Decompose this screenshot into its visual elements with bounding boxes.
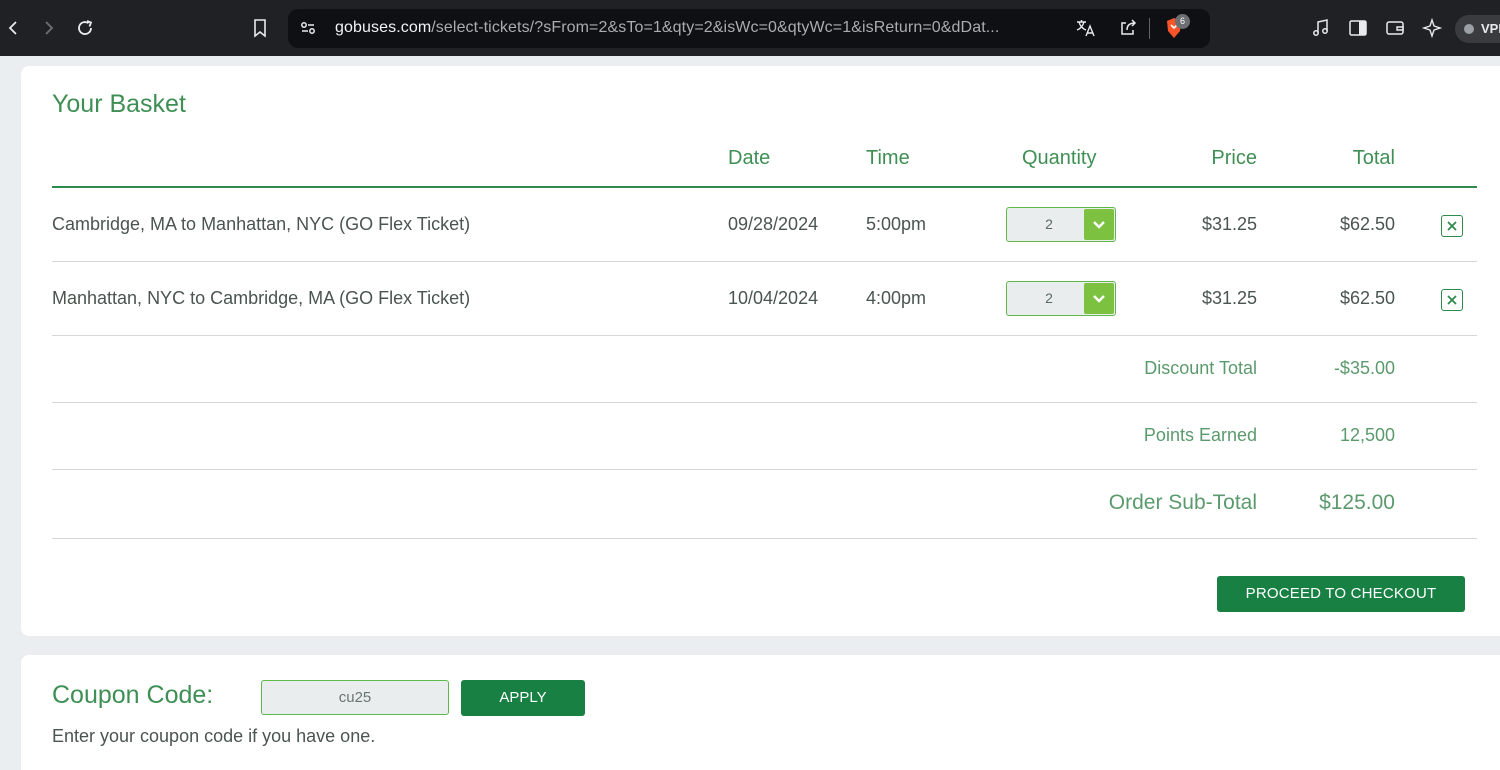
ticket-description: Manhattan, NYC to Cambridge, MA (GO Flex… bbox=[52, 288, 471, 308]
ticket-price: $31.25 bbox=[1201, 214, 1257, 234]
column-header-date: Date bbox=[728, 147, 771, 169]
row-divider bbox=[52, 335, 1477, 336]
share-icon[interactable] bbox=[1114, 14, 1142, 42]
ticket-total: $62.50 bbox=[1339, 214, 1395, 234]
quantity-select[interactable]: 2 bbox=[1006, 207, 1116, 242]
order-subtotal-value: $125.00 bbox=[1319, 491, 1395, 514]
ticket-date: 09/28/2024 bbox=[728, 214, 819, 234]
reload-icon[interactable] bbox=[71, 14, 99, 42]
remove-icon[interactable] bbox=[1441, 215, 1463, 237]
column-header-total: Total bbox=[1352, 147, 1395, 169]
ticket-date: 10/04/2024 bbox=[728, 288, 819, 308]
sidebar-icon[interactable] bbox=[1344, 14, 1372, 42]
column-header-time: Time bbox=[866, 147, 910, 169]
url-host: gobuses.com bbox=[335, 19, 432, 36]
basket-title: Your Basket bbox=[52, 90, 186, 118]
vpn-status-dot bbox=[1464, 24, 1474, 34]
header-divider bbox=[52, 186, 1477, 188]
apply-coupon-button[interactable]: APPLY bbox=[461, 680, 585, 716]
shields-count-badge: 6 bbox=[1175, 14, 1190, 29]
translate-icon[interactable] bbox=[1072, 14, 1100, 42]
ticket-time: 5:00pm bbox=[866, 214, 927, 234]
ticket-description: Cambridge, MA to Manhattan, NYC (GO Flex… bbox=[52, 214, 471, 234]
order-subtotal-label: Order Sub-Total bbox=[1108, 491, 1257, 514]
row-divider bbox=[52, 402, 1477, 403]
coupon-code-input[interactable] bbox=[261, 680, 449, 715]
coupon-panel: Coupon Code: APPLY Enter your coupon cod… bbox=[21, 655, 1500, 770]
wallet-icon[interactable] bbox=[1381, 14, 1409, 42]
row-divider bbox=[52, 469, 1477, 470]
bookmark-icon[interactable] bbox=[246, 14, 274, 42]
points-earned-value: 12,500 bbox=[1339, 425, 1395, 445]
ticket-price: $31.25 bbox=[1201, 288, 1257, 308]
address-bar[interactable]: gobuses.com/select-tickets/?sFrom=2&sTo=… bbox=[288, 9, 1210, 48]
discount-total-value: -$35.00 bbox=[1333, 358, 1395, 378]
discount-total-label: Discount Total bbox=[1144, 358, 1257, 378]
quantity-value: 2 bbox=[1045, 290, 1053, 306]
basket-panel: Your Basket Date Time Quantity Price Tot… bbox=[21, 66, 1500, 636]
row-divider bbox=[52, 538, 1477, 539]
ticket-time: 4:00pm bbox=[866, 288, 927, 308]
column-header-price: Price bbox=[1211, 147, 1257, 169]
chevron-down-icon[interactable] bbox=[1084, 209, 1114, 240]
quantity-value: 2 bbox=[1045, 216, 1053, 232]
browser-toolbar: gobuses.com/select-tickets/?sFrom=2&sTo=… bbox=[0, 0, 1500, 56]
vpn-label: VPN bbox=[1481, 21, 1500, 36]
toolbar-divider bbox=[1149, 18, 1150, 39]
quantity-select[interactable]: 2 bbox=[1006, 281, 1116, 316]
forward-icon[interactable] bbox=[34, 14, 62, 42]
remove-icon[interactable] bbox=[1441, 289, 1463, 311]
site-settings-icon[interactable] bbox=[294, 14, 322, 42]
url-text[interactable]: gobuses.com/select-tickets/?sFrom=2&sTo=… bbox=[335, 19, 999, 37]
leo-ai-icon[interactable] bbox=[1418, 14, 1446, 42]
ticket-total: $62.50 bbox=[1339, 288, 1395, 308]
url-path: /select-tickets/?sFrom=2&sTo=1&qty=2&isW… bbox=[431, 19, 1000, 36]
vpn-button[interactable]: VPN bbox=[1455, 15, 1500, 43]
column-header-quantity: Quantity bbox=[1022, 147, 1097, 169]
proceed-to-checkout-button[interactable]: PROCEED TO CHECKOUT bbox=[1217, 576, 1465, 612]
row-divider bbox=[52, 261, 1477, 262]
back-icon[interactable] bbox=[0, 14, 28, 42]
chevron-down-icon[interactable] bbox=[1084, 283, 1114, 314]
points-earned-label: Points Earned bbox=[1143, 425, 1257, 445]
music-icon[interactable] bbox=[1307, 14, 1335, 42]
coupon-help-text: Enter your coupon code if you have one. bbox=[52, 726, 376, 746]
coupon-title: Coupon Code: bbox=[52, 681, 214, 709]
